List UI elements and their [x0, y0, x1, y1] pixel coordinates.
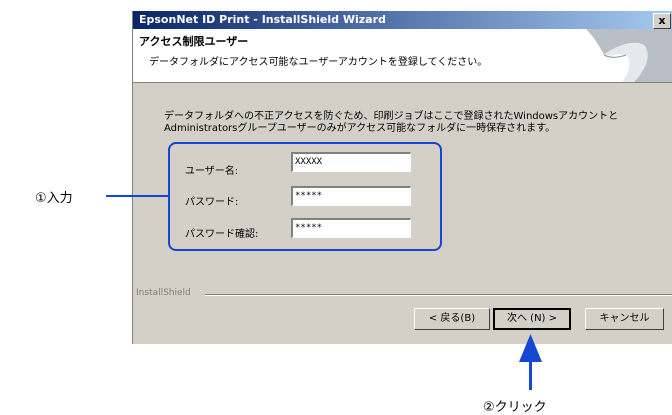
input-callout-label: ①入力 — [35, 191, 73, 206]
up-arrow-icon — [519, 334, 542, 362]
click-callout-label: ②クリック — [483, 400, 547, 415]
title-bar: EpsonNet ID Print - InstallShield Wizard — [133, 11, 672, 29]
next-button[interactable]: 次へ (N) > — [493, 308, 571, 330]
wizard-header: アクセス制限ユーザー データフォルダにアクセス可能なユーザーアカウントを登録して… — [133, 29, 672, 83]
page-curl-graphic — [574, 29, 672, 82]
installshield-brand: InstallShield — [136, 288, 191, 298]
description: データフォルダへの不正アクセスを防ぐため、印刷ジョブはここで登録されたWindo… — [164, 111, 618, 135]
description-line-1: データフォルダへの不正アクセスを防ぐため、印刷ジョブはここで登録されたWindo… — [164, 111, 619, 122]
window-title: EpsonNet ID Print - InstallShield Wizard — [139, 13, 386, 26]
input-callout-line — [106, 195, 168, 197]
footer-divider-highlight — [205, 295, 672, 296]
description-line-2: Administratorsグループユーザーのみがアクセス可能なフォルダに一時保… — [164, 123, 556, 134]
page-title: アクセス制限ユーザー — [139, 35, 249, 48]
close-icon[interactable]: x — [653, 13, 671, 29]
back-button[interactable]: < 戻る(B) — [414, 308, 490, 330]
input-highlight-box — [168, 142, 442, 251]
page-subtitle: データフォルダにアクセス可能なユーザーアカウントを登録してください。 — [149, 57, 488, 68]
cancel-button[interactable]: キャンセル — [585, 308, 664, 330]
click-arrow-shaft — [529, 360, 532, 390]
